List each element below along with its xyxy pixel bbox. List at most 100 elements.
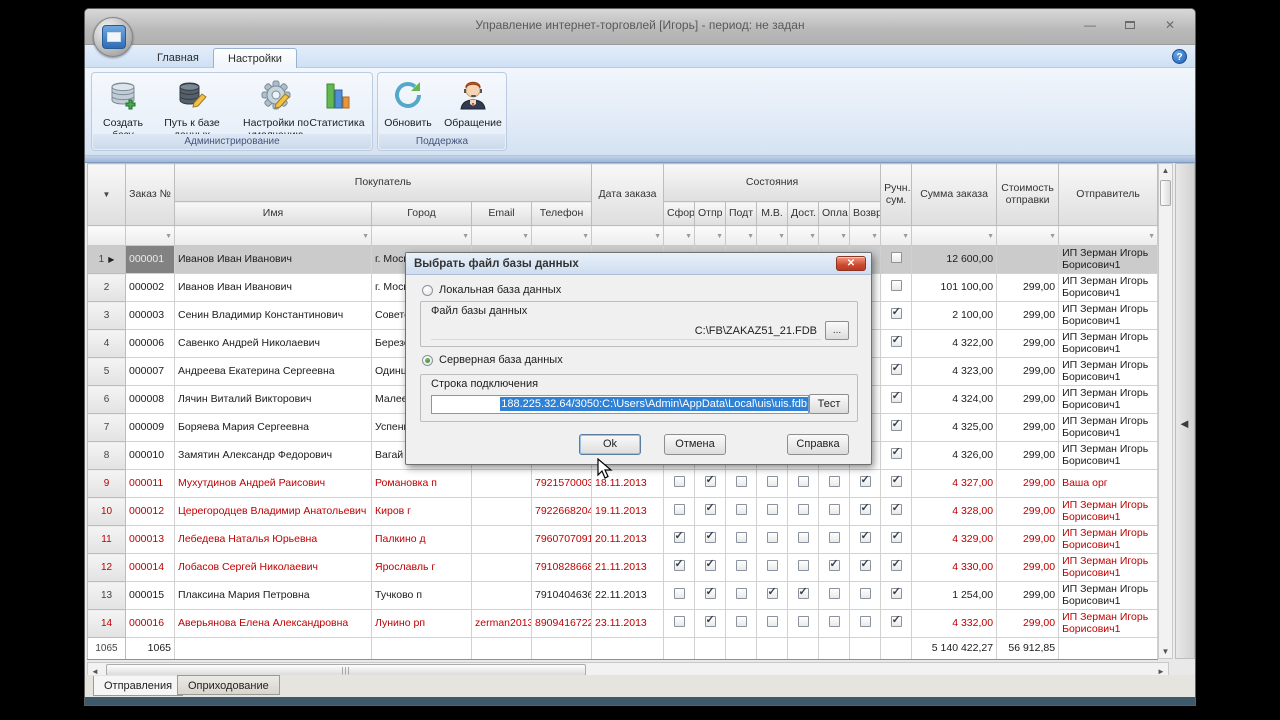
- buyer-city-cell[interactable]: Палкино д: [371, 525, 472, 554]
- maximize-button[interactable]: [1119, 17, 1141, 33]
- filter-cell[interactable]: ▼: [848, 225, 882, 246]
- help-button[interactable]: Справка: [787, 434, 849, 455]
- status-podt-cell[interactable]: [725, 609, 757, 638]
- checkbox-unchecked-icon[interactable]: [828, 476, 840, 488]
- status-podt-cell[interactable]: [725, 553, 757, 582]
- checkbox-checked-icon[interactable]: [890, 419, 902, 432]
- row-number-cell[interactable]: 4: [87, 329, 126, 358]
- browse-button[interactable]: ...: [825, 321, 849, 340]
- order-number-cell[interactable]: 000003: [125, 301, 175, 330]
- scroll-down-icon[interactable]: ▼: [1159, 647, 1172, 656]
- filter-cell[interactable]: ▼: [725, 225, 757, 246]
- buyer-email-cell[interactable]: [471, 497, 532, 526]
- cancel-button[interactable]: Отмена: [664, 434, 726, 455]
- column-header-order[interactable]: Заказ №: [125, 163, 175, 226]
- connection-string-input[interactable]: 188.225.32.64/3050:C:\Users\Admin\AppDat…: [431, 395, 809, 414]
- checkbox-checked-icon[interactable]: [859, 503, 871, 516]
- order-sum-cell[interactable]: 4 326,00: [911, 441, 998, 470]
- table-row[interactable]: 14 000016 Аверьянова Елена Александровна Лу…: [87, 609, 1159, 638]
- row-number-cell[interactable]: 11: [87, 525, 126, 554]
- table-row[interactable]: 11 000013 Лебедева Наталья Юрьевна Палкино …: [87, 525, 1159, 554]
- status-vozvr-cell[interactable]: [848, 581, 882, 610]
- order-number-cell[interactable]: 000002: [125, 273, 175, 302]
- checkbox-unchecked-icon[interactable]: [735, 588, 747, 600]
- status-sfor-cell[interactable]: [663, 497, 695, 526]
- status-sfor-cell[interactable]: [663, 469, 695, 498]
- filter-cell[interactable]: ▼: [911, 225, 998, 246]
- checkbox-unchecked-icon[interactable]: [797, 476, 809, 488]
- manual-sum-cell[interactable]: [880, 273, 913, 302]
- tab-otpravleniya[interactable]: Отправления: [93, 676, 184, 696]
- checkbox-unchecked-icon[interactable]: [890, 252, 902, 264]
- ship-cost-cell[interactable]: 299,00: [996, 441, 1060, 470]
- column-header-city[interactable]: Город: [371, 201, 472, 226]
- ship-cost-cell[interactable]: 299,00: [996, 385, 1060, 414]
- buyer-city-cell[interactable]: Киров г: [371, 497, 472, 526]
- ship-cost-cell[interactable]: 299,00: [996, 301, 1060, 330]
- order-sum-cell[interactable]: 101 100,00: [911, 273, 998, 302]
- checkbox-checked-icon[interactable]: [704, 503, 716, 516]
- column-header-status-sfor[interactable]: Сфор: [663, 201, 695, 226]
- status-otpr-cell[interactable]: [694, 581, 726, 610]
- checkbox-checked-icon[interactable]: [704, 531, 716, 544]
- sender-cell[interactable]: ИП Зерман Игорь Борисович1: [1058, 609, 1159, 638]
- status-opla-cell[interactable]: [818, 581, 850, 610]
- filter-dropdown-icon[interactable]: ▼: [840, 231, 847, 243]
- status-vozvr-cell[interactable]: [848, 497, 882, 526]
- column-header-status-opla[interactable]: Опла: [818, 201, 850, 226]
- checkbox-unchecked-icon[interactable]: [766, 504, 778, 516]
- checkbox-checked-icon[interactable]: [766, 587, 778, 600]
- order-sum-cell[interactable]: 4 330,00: [911, 553, 998, 582]
- ship-cost-cell[interactable]: [996, 245, 1060, 274]
- row-number-cell[interactable]: 3: [87, 301, 126, 330]
- ship-cost-cell[interactable]: 299,00: [996, 413, 1060, 442]
- filter-dropdown-icon[interactable]: ▼: [362, 231, 369, 243]
- sender-cell[interactable]: ИП Зерман Игорь Борисович1: [1058, 357, 1159, 386]
- order-number-cell[interactable]: 000001: [125, 245, 175, 274]
- filter-dropdown-icon[interactable]: ▼: [716, 231, 723, 243]
- ship-cost-cell[interactable]: 299,00: [996, 329, 1060, 358]
- refresh-button[interactable]: Обновить: [378, 77, 438, 129]
- buyer-name-cell[interactable]: Аверьянова Елена Александровна: [174, 609, 372, 638]
- status-podt-cell[interactable]: [725, 469, 757, 498]
- manual-sum-cell[interactable]: [880, 525, 913, 554]
- column-header-status-podt[interactable]: Подт: [725, 201, 757, 226]
- checkbox-unchecked-icon[interactable]: [735, 532, 747, 544]
- column-header-email[interactable]: Email: [471, 201, 532, 226]
- filter-cell[interactable]: ▼: [756, 225, 788, 246]
- buyer-phone-cell[interactable]: 79108286689: [531, 553, 592, 582]
- buyer-name-cell[interactable]: Иванов Иван Иванович: [174, 245, 372, 274]
- sender-cell[interactable]: ИП Зерман Игорь Борисович1: [1058, 553, 1159, 582]
- manual-sum-cell[interactable]: [880, 329, 913, 358]
- checkbox-unchecked-icon[interactable]: [735, 476, 747, 488]
- order-number-cell[interactable]: 000010: [125, 441, 175, 470]
- buyer-email-cell[interactable]: [471, 525, 532, 554]
- checkbox-unchecked-icon[interactable]: [859, 588, 871, 600]
- manual-sum-cell[interactable]: [880, 609, 913, 638]
- buyer-phone-cell[interactable]: 89094167225: [531, 609, 592, 638]
- manual-sum-cell[interactable]: [880, 581, 913, 610]
- ship-cost-cell[interactable]: 299,00: [996, 609, 1060, 638]
- tab-nastroyki[interactable]: Настройки: [213, 48, 297, 68]
- row-number-cell[interactable]: 6: [87, 385, 126, 414]
- filter-cell[interactable]: ▼: [1058, 225, 1159, 246]
- row-number-cell[interactable]: 13: [87, 581, 126, 610]
- sender-cell[interactable]: Ваша орг: [1058, 469, 1159, 498]
- column-header-date[interactable]: Дата заказа: [591, 163, 664, 226]
- manual-sum-cell[interactable]: [880, 413, 913, 442]
- ship-cost-cell[interactable]: 299,00: [996, 357, 1060, 386]
- status-sfor-cell[interactable]: [663, 609, 695, 638]
- manual-sum-cell[interactable]: [880, 245, 913, 274]
- column-header-name[interactable]: Имя: [174, 201, 372, 226]
- checkbox-unchecked-icon[interactable]: [766, 532, 778, 544]
- checkbox-checked-icon[interactable]: [890, 307, 902, 320]
- status-otpr-cell[interactable]: [694, 609, 726, 638]
- status-opla-cell[interactable]: [818, 553, 850, 582]
- order-number-cell[interactable]: 000009: [125, 413, 175, 442]
- select-all-header[interactable]: ▼: [87, 163, 126, 226]
- scroll-up-icon[interactable]: ▲: [1159, 166, 1172, 175]
- filter-cell[interactable]: ▼: [125, 225, 175, 246]
- ship-cost-cell[interactable]: 299,00: [996, 273, 1060, 302]
- filter-cell[interactable]: ▼: [694, 225, 726, 246]
- sender-cell[interactable]: ИП Зерман Игорь Борисович1: [1058, 385, 1159, 414]
